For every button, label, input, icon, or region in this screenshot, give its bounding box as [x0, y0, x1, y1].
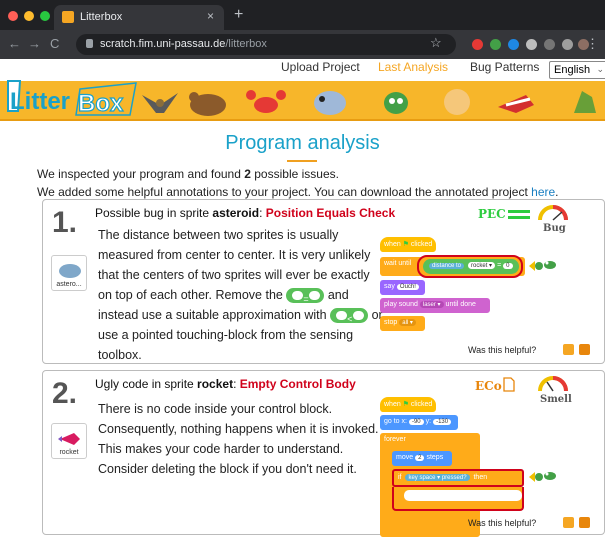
thumbs-down-icon[interactable] — [579, 344, 590, 355]
minimize-window-icon[interactable] — [24, 11, 34, 21]
maximize-window-icon[interactable] — [40, 11, 50, 21]
issue-description: There is no code inside your control blo… — [98, 402, 379, 476]
browser-tab[interactable]: Litterbox × — [54, 5, 224, 30]
tab-favicon-icon — [62, 11, 74, 23]
document-icon — [503, 377, 515, 392]
shark-animal-icon — [498, 95, 534, 113]
blob-animal-icon — [444, 89, 470, 115]
issue-card-1: 1. astero... Possible bug in sprite aste… — [42, 199, 605, 364]
address-bar: ← → C scratch.fim.uni-passau.de/litterbo… — [0, 30, 605, 59]
extension-icon[interactable] — [508, 39, 519, 50]
browser-menu-icon[interactable]: ⋮ — [586, 36, 599, 52]
thumbs-down-icon[interactable] — [579, 517, 590, 528]
download-link[interactable]: here — [531, 185, 555, 199]
dog-animal-icon — [314, 91, 346, 115]
extension-icon[interactable] — [472, 39, 483, 50]
thumbs-up-icon[interactable] — [563, 344, 574, 355]
litterbox-logo[interactable]: Litter Box — [6, 71, 138, 117]
site-header: Upload Project Last Analysis Bug Pattern… — [0, 59, 605, 121]
svg-text:Litter: Litter — [10, 88, 70, 115]
browser-tabbar: Litterbox × + — [0, 0, 605, 30]
stop-all-block: stop all ▾ — [380, 316, 425, 331]
close-window-icon[interactable] — [8, 11, 18, 21]
nav-bug-patterns[interactable]: Bug Patterns — [470, 60, 539, 74]
play-sound-block: play sound laser ▾ until done — [380, 298, 490, 313]
intro-line-1: We inspected your program and found 2 po… — [37, 167, 339, 181]
helpful-prompt: Was this helpful? — [468, 345, 537, 355]
nav-upload-project[interactable]: Upload Project — [281, 60, 360, 74]
severity-gauge-icon — [538, 205, 568, 221]
tab-close-icon[interactable]: × — [207, 9, 214, 23]
helpful-prompt: Was this helpful? — [468, 518, 537, 528]
go-to-xy-block: go to x: -90 y: -130 — [380, 415, 458, 430]
severity-gauge-icon — [538, 376, 568, 392]
issue-number: 2. — [52, 377, 78, 410]
new-tab-icon[interactable]: + — [234, 6, 243, 24]
extension-icon[interactable] — [526, 39, 537, 50]
bug-marker-icon — [529, 472, 543, 482]
asteroid-icon — [59, 264, 81, 278]
bug-animal-icon — [384, 92, 408, 114]
title-underline — [287, 160, 317, 162]
severity-label: Bug — [543, 223, 566, 234]
app-root: Litterbox × + ← → C scratch.fim.uni-pass… — [0, 0, 605, 538]
sprite-thumbnail: astero... — [51, 255, 87, 291]
nav-last-analysis[interactable]: Last Analysis — [378, 60, 448, 74]
empty-if-body-outline — [392, 487, 524, 511]
less-than-operator-block: < — [330, 308, 369, 324]
bear-animal-icon — [189, 92, 226, 116]
say-block: say Ouch! — [380, 280, 425, 295]
lock-icon — [86, 39, 93, 48]
bug-marker-icon — [529, 261, 543, 271]
bug-marker-icon — [544, 261, 556, 269]
issue-number: 1. — [52, 206, 78, 239]
thumbs-up-icon[interactable] — [563, 517, 574, 528]
severity-label: Smell — [540, 394, 572, 405]
tab-title: Litterbox — [80, 11, 123, 23]
crab-animal-icon — [246, 90, 286, 113]
extension-icon[interactable] — [490, 39, 501, 50]
svg-text:Box: Box — [78, 90, 124, 117]
equals-condition-block: distance to rocket ▾ = 0 — [423, 259, 519, 274]
issue-card-2: 2. rocket Ugly code in sprite rocket: Em… — [42, 370, 605, 537]
url-text: scratch.fim.uni-passau.de/litterbox — [100, 38, 267, 50]
issue-heading: Ugly code in sprite rocket: Empty Contro… — [95, 377, 356, 391]
pattern-code-badge: PEC — [478, 207, 506, 221]
rocket-icon — [58, 433, 80, 445]
puzzle-extensions-icon[interactable] — [562, 39, 573, 50]
chevron-down-icon: ⌄ — [596, 64, 604, 74]
equals-operator-block: = — [286, 288, 325, 304]
if-then-block: if key space ▾ pressed? then — [392, 469, 524, 487]
when-flag-clicked-block: when ⚑ clicked — [380, 237, 436, 252]
page-title: Program analysis — [225, 132, 380, 154]
when-flag-clicked-block: when ⚑ clicked — [380, 397, 436, 412]
issue-heading: Possible bug in sprite asteroid: Positio… — [95, 206, 396, 220]
reload-icon[interactable]: C — [50, 36, 59, 51]
equals-icon — [508, 210, 530, 219]
move-steps-block: move 2 steps — [392, 451, 452, 466]
intro-line-2: We added some helpful annotations to you… — [37, 185, 559, 199]
bookmark-star-icon[interactable]: ☆ — [430, 35, 442, 51]
lizard-animal-icon — [574, 91, 596, 113]
forward-icon[interactable]: → — [28, 36, 41, 51]
pattern-code-badge: ECo — [475, 379, 502, 393]
url-input[interactable]: scratch.fim.uni-passau.de/litterbox — [76, 34, 456, 55]
sprite-thumbnail: rocket — [51, 423, 87, 459]
issue-description: The distance between two sprites is usua… — [98, 228, 383, 362]
extension-icon[interactable] — [544, 39, 555, 50]
language-select[interactable]: English ⌄ — [549, 61, 605, 79]
bug-marker-icon — [544, 472, 556, 480]
bird-animal-icon — [142, 93, 178, 113]
back-icon[interactable]: ← — [8, 36, 21, 51]
